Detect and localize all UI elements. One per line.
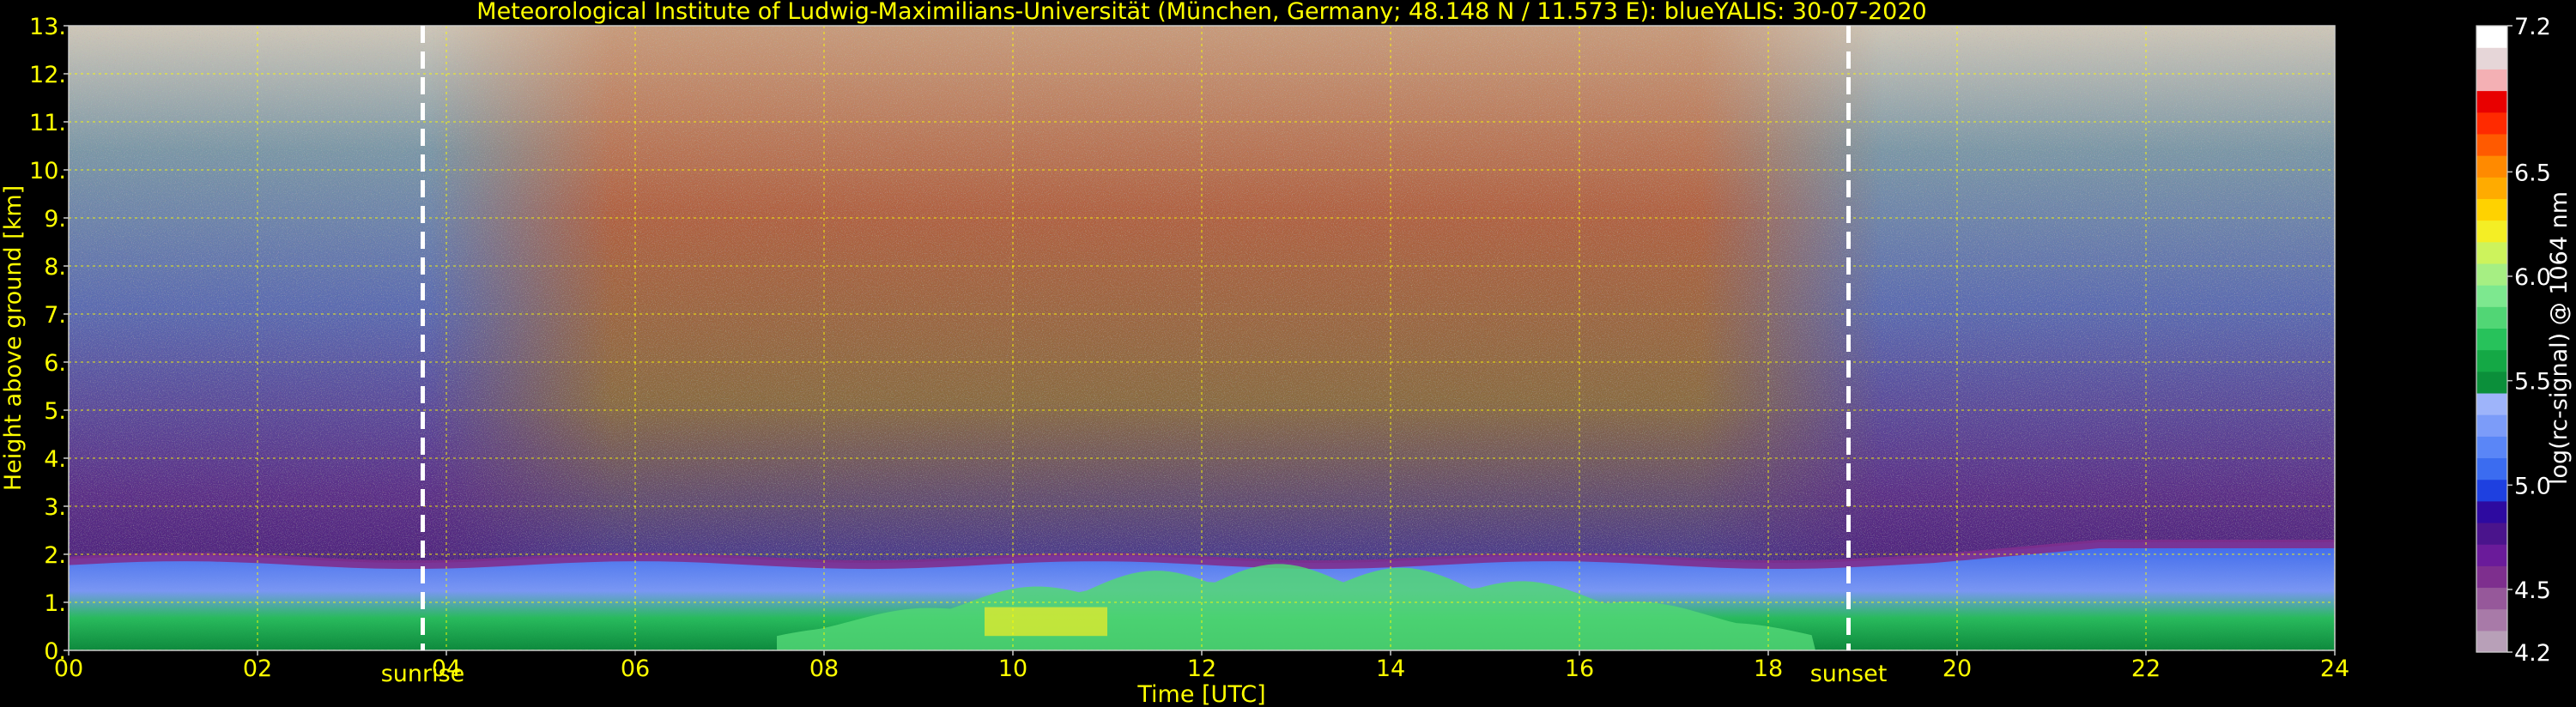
y-tick-label: 9.: [44, 206, 66, 233]
x-tick-label: 22: [2131, 656, 2161, 682]
y-axis-label: Height above ground [km]: [0, 185, 27, 491]
colorbar-segment: [2476, 90, 2507, 113]
y-tick-label: 4.: [44, 446, 66, 473]
plot-area: [69, 26, 2335, 650]
x-tick-label: 10: [998, 656, 1027, 682]
y-tick-label: 0.: [44, 638, 66, 665]
y-tick-label: 6.: [44, 350, 66, 377]
colorbar-segment: [2476, 457, 2507, 480]
x-tick-label: 16: [1565, 656, 1594, 682]
colorbar-segment: [2476, 263, 2507, 286]
colorbar-segment: [2476, 285, 2507, 307]
colorbar-segment: [2476, 328, 2507, 351]
colorbar-tick-label: 4.5: [2514, 577, 2551, 604]
colorbar-segment: [2476, 69, 2507, 92]
colorbar-segment: [2476, 241, 2507, 264]
x-tick-label: 18: [1754, 656, 1783, 682]
x-tick-label: 12: [1187, 656, 1216, 682]
colorbar-segment: [2476, 500, 2507, 523]
x-axis-label: Time [UTC]: [1136, 681, 1265, 707]
y-tick-label: 2.: [44, 542, 66, 569]
y-tick-label: 7.: [44, 302, 66, 329]
colorbar-segment: [2476, 133, 2507, 156]
x-tick-label: 04: [432, 656, 461, 682]
x-tick-label: 08: [809, 656, 839, 682]
y-tick-label: 1.: [44, 590, 66, 617]
colorbar-segment: [2476, 522, 2507, 545]
y-tick-label: 8.: [44, 254, 66, 281]
colorbar-segment: [2476, 479, 2507, 502]
colorbar-segment: [2476, 436, 2507, 459]
x-tick-label: 02: [243, 656, 272, 682]
colorbar-segment: [2476, 608, 2507, 631]
colorbar-segment: [2476, 155, 2507, 178]
colorbar-segment: [2476, 349, 2507, 372]
y-tick-label: 13.: [29, 14, 66, 40]
x-tick-label: 06: [621, 656, 650, 682]
colorbar: 4.24.55.05.56.06.57.2: [2476, 14, 2551, 667]
sunset-label: sunset: [1810, 661, 1888, 687]
colorbar-segment: [2476, 177, 2507, 199]
colorbar-segment: [2476, 414, 2507, 437]
y-tick-label: 12.: [29, 62, 66, 88]
colorbar-segment: [2476, 198, 2507, 221]
chart-title: Meteorological Institute of Ludwig-Maxim…: [476, 0, 1926, 25]
y-tick-label: 11.: [29, 110, 66, 136]
colorbar-segment: [2476, 630, 2507, 653]
colorbar-segment: [2476, 26, 2507, 48]
colorbar-tick-label: 7.2: [2514, 14, 2551, 40]
x-tick-label: 24: [2320, 656, 2349, 682]
colorbar-segment: [2476, 544, 2507, 566]
colorbar-segment: [2476, 392, 2507, 415]
y-tick-label: 5.: [44, 398, 66, 425]
x-tick-label: 20: [1943, 656, 1972, 682]
aerosol-peak: [985, 607, 1107, 637]
colorbar-segment: [2476, 565, 2507, 589]
colorbar-segment: [2476, 47, 2507, 69]
colorbar-tick-label: 6.5: [2514, 160, 2551, 186]
colorbar-segment: [2476, 587, 2507, 610]
colorbar-label: log(rc-signal) @ 1064 nm: [2546, 191, 2573, 485]
y-tick-label: 10.: [29, 158, 66, 184]
colorbar-segment: [2476, 306, 2507, 329]
colorbar-segment: [2476, 371, 2507, 394]
lidar-quicklook-chart: sunrise sunset 00 02 04 06 08 10 12 14 16 18 20 22 24…: [0, 0, 2573, 707]
colorbar-segment: [2476, 112, 2507, 135]
colorbar-segment: [2476, 220, 2507, 243]
y-axis: 0. 1. 2. 3. 4. 5. 6. 7. 8. 9. 10. 11. 12. 13.: [29, 14, 69, 665]
x-tick-label: 14: [1376, 656, 1405, 682]
colorbar-tick-label: 4.2: [2514, 640, 2551, 667]
y-tick-label: 3.: [44, 494, 66, 521]
